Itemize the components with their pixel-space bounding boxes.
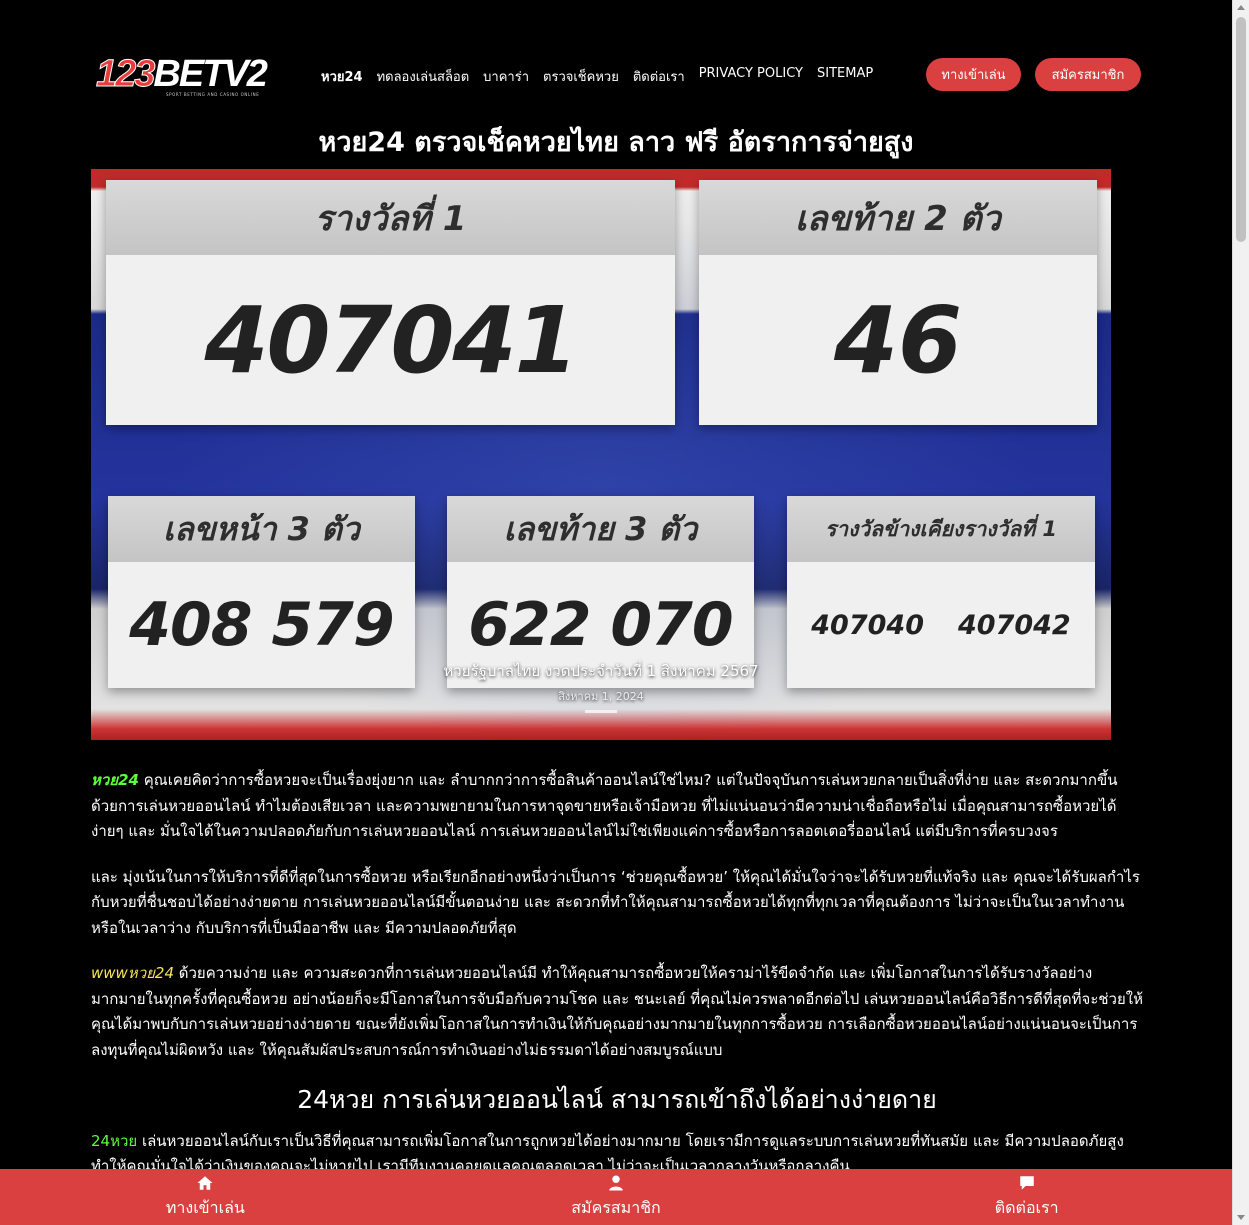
lottery-result-banner[interactable]: รางวัลที่ 1 407041 เลขท้าย 2 ตัว 46 เลขห…	[91, 169, 1111, 740]
near-first-prize-number-1: 407040	[811, 609, 924, 641]
bottom-login-label: ทางเข้าเล่น	[165, 1197, 245, 1217]
home-icon	[197, 1175, 213, 1190]
bottom-contact-label: ติดต่อเรา	[994, 1197, 1059, 1217]
article-paragraph: หวย24 คุณเคยคิดว่าการซื้อหวยจะเป็นเรื่อง…	[91, 768, 1143, 845]
page-title: หวย24 ตรวจเช็คหวยไทย ลาว ฟรี อัตราการจ่า…	[318, 127, 914, 158]
keyword-link[interactable]: หวย24	[91, 771, 139, 789]
nav-item-sitemap[interactable]: SITEMAP	[817, 66, 873, 87]
nav-item-baccarat[interactable]: บาคาร่า	[483, 66, 529, 87]
user-icon	[609, 1175, 623, 1190]
near-first-prize-heading: รางวัลข้างเคียงรางวัลที่ 1	[787, 496, 1095, 562]
paragraph-text: ด้วยความง่าย และ ความสะดวกที่การเล่นหวยอ…	[91, 964, 1143, 1059]
logo-tagline: SPORT BETTING AND CASINO ONLINE	[166, 92, 260, 97]
last-two-digits-heading: เลขท้าย 2 ตัว	[699, 180, 1097, 255]
article-paragraph: และ มุ่งเน้นในการให้บริการที่ดีที่สุดในก…	[91, 867, 1140, 937]
nav-item-huay24[interactable]: หวย24	[321, 66, 363, 87]
last-two-digits-card: เลขท้าย 2 ตัว 46	[699, 180, 1097, 425]
nav-item-check-lottery[interactable]: ตรวจเช็คหวย	[543, 66, 619, 87]
banner-caption[interactable]: หวยรัฐบาลไทย งวดประจำวันที่ 1 สิงหาคม 25…	[91, 659, 1111, 683]
bottom-register-label: สมัครสมาชิก	[571, 1197, 661, 1217]
scrollbar-thumb[interactable]	[1236, 17, 1246, 242]
banner-date: สิงหาคม 1, 2024	[558, 690, 644, 703]
keyword-link[interactable]: wwwหวย24	[91, 964, 174, 982]
last-three-digits-heading: เลขท้าย 3 ตัว	[447, 496, 754, 562]
main-nav: หวย24 ทดลองเล่นสล็อต บาคาร่า ตรวจเช็คหวย…	[321, 66, 873, 87]
article-content: หวย24 คุณเคยคิดว่าการซื้อหวยจะเป็นเรื่อง…	[91, 768, 1143, 1200]
scroll-up-arrow-icon[interactable]	[1237, 5, 1245, 10]
site-header: 123BETV2 SPORT BETTING AND CASINO ONLINE…	[0, 0, 1232, 115]
bottom-login-button[interactable]: ทางเข้าเล่น	[0, 1169, 411, 1225]
login-button[interactable]: ทางเข้าเล่น	[926, 58, 1021, 91]
article-paragraph: wwwหวย24 ด้วยความง่าย และ ความสะดวกที่กา…	[91, 961, 1143, 1063]
slider-indicator[interactable]	[585, 710, 617, 713]
chat-bubble-icon	[1019, 1175, 1034, 1190]
bottom-contact-button[interactable]: ติดต่อเรา	[821, 1169, 1232, 1225]
keyword-link[interactable]: 24หวย	[91, 1132, 137, 1150]
first-prize-number: 407041	[204, 286, 578, 394]
nav-item-contact[interactable]: ติดต่อเรา	[633, 66, 685, 87]
logo-text: BETV2	[153, 53, 267, 95]
paragraph-text: คุณเคยคิดว่าการซื้อหวยจะเป็นเรื่องยุ่งยา…	[91, 771, 1118, 840]
bottom-action-bar: ทางเข้าเล่น สมัครสมาชิก ติดต่อเรา	[0, 1169, 1232, 1225]
nav-item-privacy-policy[interactable]: PRIVACY POLICY	[699, 66, 803, 87]
last-two-digits-number: 46	[833, 286, 963, 394]
site-logo[interactable]: 123BETV2 SPORT BETTING AND CASINO ONLINE	[95, 53, 288, 98]
bottom-register-button[interactable]: สมัครสมาชิก	[411, 1169, 822, 1225]
nav-item-demo-slot[interactable]: ทดลองเล่นสล็อต	[377, 66, 470, 87]
first-prize-card: รางวัลที่ 1 407041	[106, 180, 675, 425]
section-heading: 24หวย การเล่นหวยออนไลน์ สามารถเข้าถึงได้…	[297, 1085, 937, 1114]
near-first-prize-number-2: 407042	[958, 609, 1071, 641]
first-prize-heading: รางวัลที่ 1	[106, 180, 675, 255]
logo-number: 123	[95, 53, 155, 95]
scroll-down-arrow-icon[interactable]	[1237, 1215, 1245, 1220]
front-three-digits-heading: เลขหน้า 3 ตัว	[108, 496, 415, 562]
register-button[interactable]: สมัครสมาชิก	[1035, 58, 1141, 91]
page-scrollbar[interactable]	[1232, 0, 1249, 1225]
